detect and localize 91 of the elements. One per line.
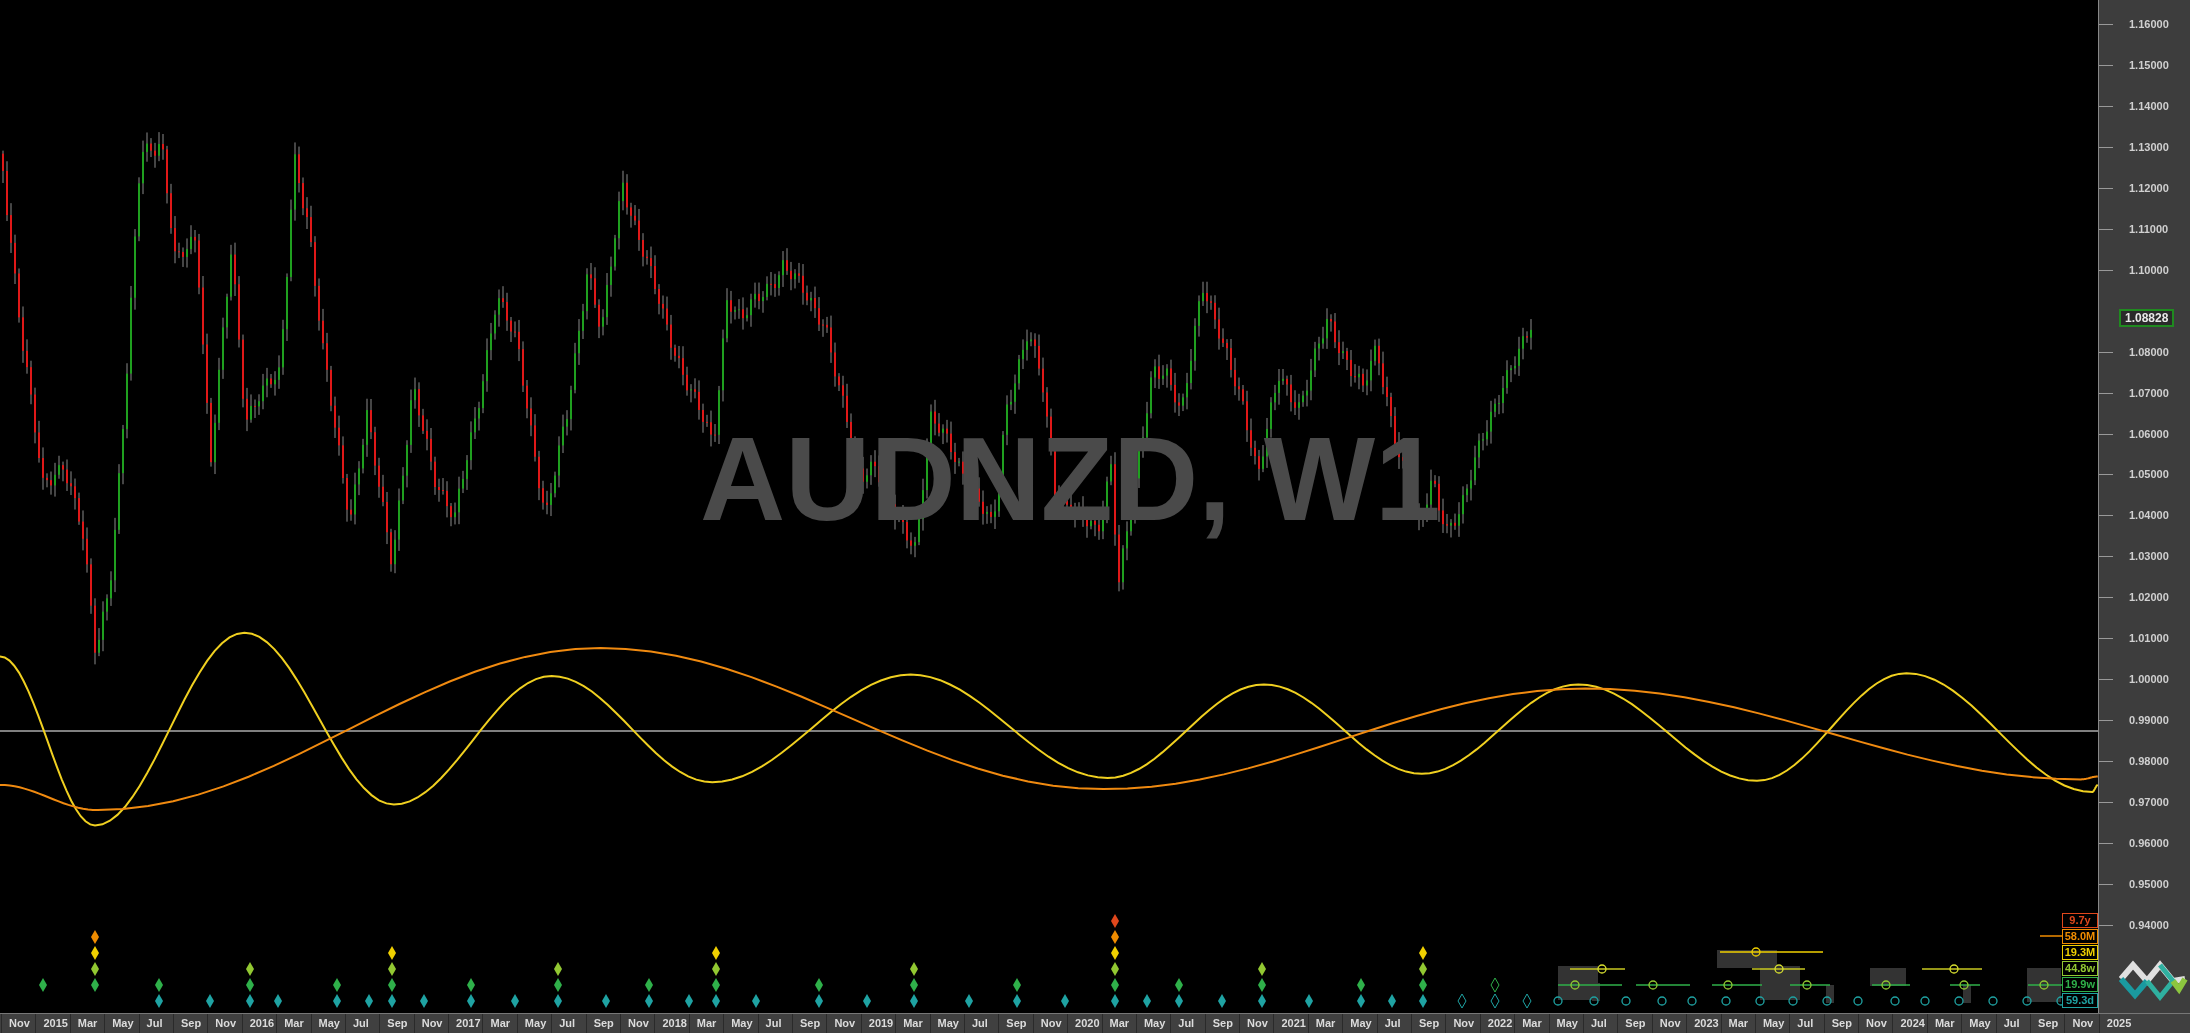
time-tick-label: Jul	[352, 1017, 369, 1030]
time-tick-label: Nov	[2072, 1017, 2094, 1030]
price-tick-label: 0.94000	[2129, 918, 2169, 932]
time-tick-label: Jul	[1178, 1017, 1195, 1030]
time-tick-label: Mar	[1934, 1017, 1955, 1030]
price-tick-label: 1.04000	[2129, 509, 2169, 523]
price-tick-label: 1.05000	[2129, 468, 2169, 482]
price-tick-label: 1.03000	[2129, 550, 2169, 564]
cycle-length-label: 58.0M	[2062, 929, 2098, 944]
time-tick-label: Mar	[696, 1017, 717, 1030]
time-tick-label: Mar	[1522, 1017, 1542, 1030]
time-tick-label: Nov	[1453, 1017, 1475, 1030]
price-tick-label: 0.95000	[2129, 877, 2169, 891]
time-tick-label: May	[731, 1017, 753, 1030]
time-tick-label: Mar	[77, 1017, 98, 1030]
time-tick-label: Jul	[1384, 1017, 1401, 1030]
time-tick-label: Sep	[1831, 1017, 1852, 1030]
time-tick-label: Sep	[1006, 1017, 1027, 1030]
time-tick-label: Nov	[628, 1017, 649, 1030]
price-tick-label: 1.14000	[2129, 99, 2169, 113]
time-tick-label: 2016	[249, 1017, 275, 1030]
current-price-label: 1.08828	[2119, 309, 2175, 327]
price-tick-label: 0.96000	[2129, 837, 2169, 850]
price-tick-label: 1.01000	[2129, 632, 2169, 646]
price-tick-label: 1.02000	[2129, 591, 2169, 605]
time-tick-label: Sep	[1625, 1017, 1646, 1030]
cycle-length-label: 9.7y	[2062, 913, 2098, 928]
price-tick-label: 0.99000	[2129, 714, 2169, 728]
cycle-length-label: 19.3M	[2062, 945, 2098, 960]
time-tick-label: Nov	[1659, 1017, 1681, 1030]
time-tick-label: 2021	[1281, 1017, 1306, 1030]
time-tick-label: Sep	[180, 1017, 202, 1030]
time-tick-label: Nov	[834, 1017, 856, 1030]
time-tick-label: 2018	[662, 1017, 687, 1030]
time-tick-label: Nov	[1866, 1017, 1887, 1030]
time-tick-label: May	[524, 1017, 547, 1030]
time-tick-label: 2022	[1487, 1017, 1513, 1030]
time-tick-label: Sep	[1419, 1017, 1440, 1030]
time-tick-label: 2023	[1694, 1017, 1719, 1030]
cycle-length-label: 19.9w	[2062, 977, 2098, 992]
price-tick-label: 0.98000	[2129, 755, 2169, 769]
time-tick-label: Sep	[387, 1017, 408, 1030]
time-tick-label: Jul	[1797, 1017, 1814, 1030]
time-tick-label: 2025	[2106, 1017, 2132, 1030]
time-tick-label: May	[1350, 1017, 1372, 1030]
time-tick-label: Nov	[9, 1017, 30, 1030]
price-tick-label: 1.11000	[2129, 222, 2169, 236]
time-tick-label: Jul	[2003, 1017, 2020, 1030]
time-tick-label: Mar	[490, 1017, 511, 1030]
time-tick-label: Mar	[284, 1017, 304, 1030]
time-tick-label: Sep	[1212, 1017, 1233, 1030]
price-tick-label: 1.16000	[2129, 18, 2169, 31]
price-tick-label: 1.15000	[2129, 58, 2169, 72]
time-tick-label: Mar	[903, 1017, 923, 1030]
time-tick-label: Sep	[800, 1017, 821, 1030]
time-tick-label: Mar	[1728, 1017, 1749, 1030]
price-tick-label: 1.12000	[2129, 181, 2169, 195]
time-tick-label: Jul	[765, 1017, 782, 1030]
time-tick-label: 2019	[868, 1017, 894, 1030]
time-tick-label: Nov	[421, 1017, 443, 1030]
time-tick-label: Nov	[215, 1017, 237, 1030]
cycle-length-label: 59.3d	[2062, 993, 2098, 1008]
time-tick-label: Sep	[593, 1017, 614, 1030]
price-tick-label: 1.08000	[2129, 345, 2169, 359]
time-tick-label: May	[318, 1017, 340, 1030]
time-tick-label: Mar	[1315, 1017, 1336, 1030]
time-tick-label: Sep	[2038, 1017, 2059, 1030]
time-tick-label: 2017	[456, 1017, 481, 1030]
time-tick-label: Nov	[1247, 1017, 1268, 1030]
time-tick-label: Mar	[1109, 1017, 1130, 1030]
time-tick-label: 2024	[1900, 1017, 1925, 1030]
time-tick-label: May	[937, 1017, 959, 1030]
time-tick-label: May	[1143, 1017, 1166, 1030]
price-tick-label: 1.00000	[2129, 673, 2169, 687]
time-tick-label: May	[1969, 1017, 1991, 1030]
price-tick-label: 1.06000	[2129, 427, 2169, 441]
price-tick-label: 1.07000	[2129, 386, 2169, 400]
time-tick-label: May	[1556, 1017, 1578, 1030]
time-tick-label: May	[112, 1017, 134, 1030]
time-tick-label: Jul	[559, 1017, 576, 1030]
time-tick-label: 2020	[1075, 1017, 1100, 1030]
time-tick-label: 2015	[43, 1017, 68, 1030]
price-tick-label: 1.10000	[2129, 263, 2169, 277]
time-tick-label: Nov	[1040, 1017, 1062, 1030]
price-tick-label: 0.97000	[2129, 796, 2169, 810]
time-tick-label: Jul	[146, 1017, 163, 1030]
time-tick-label: Jul	[971, 1017, 988, 1030]
price-tick-label: 1.13000	[2129, 140, 2169, 154]
time-tick-label: Jul	[1590, 1017, 1607, 1030]
cycle-length-label: 44.8w	[2062, 961, 2098, 976]
time-tick-label: May	[1762, 1017, 1785, 1030]
